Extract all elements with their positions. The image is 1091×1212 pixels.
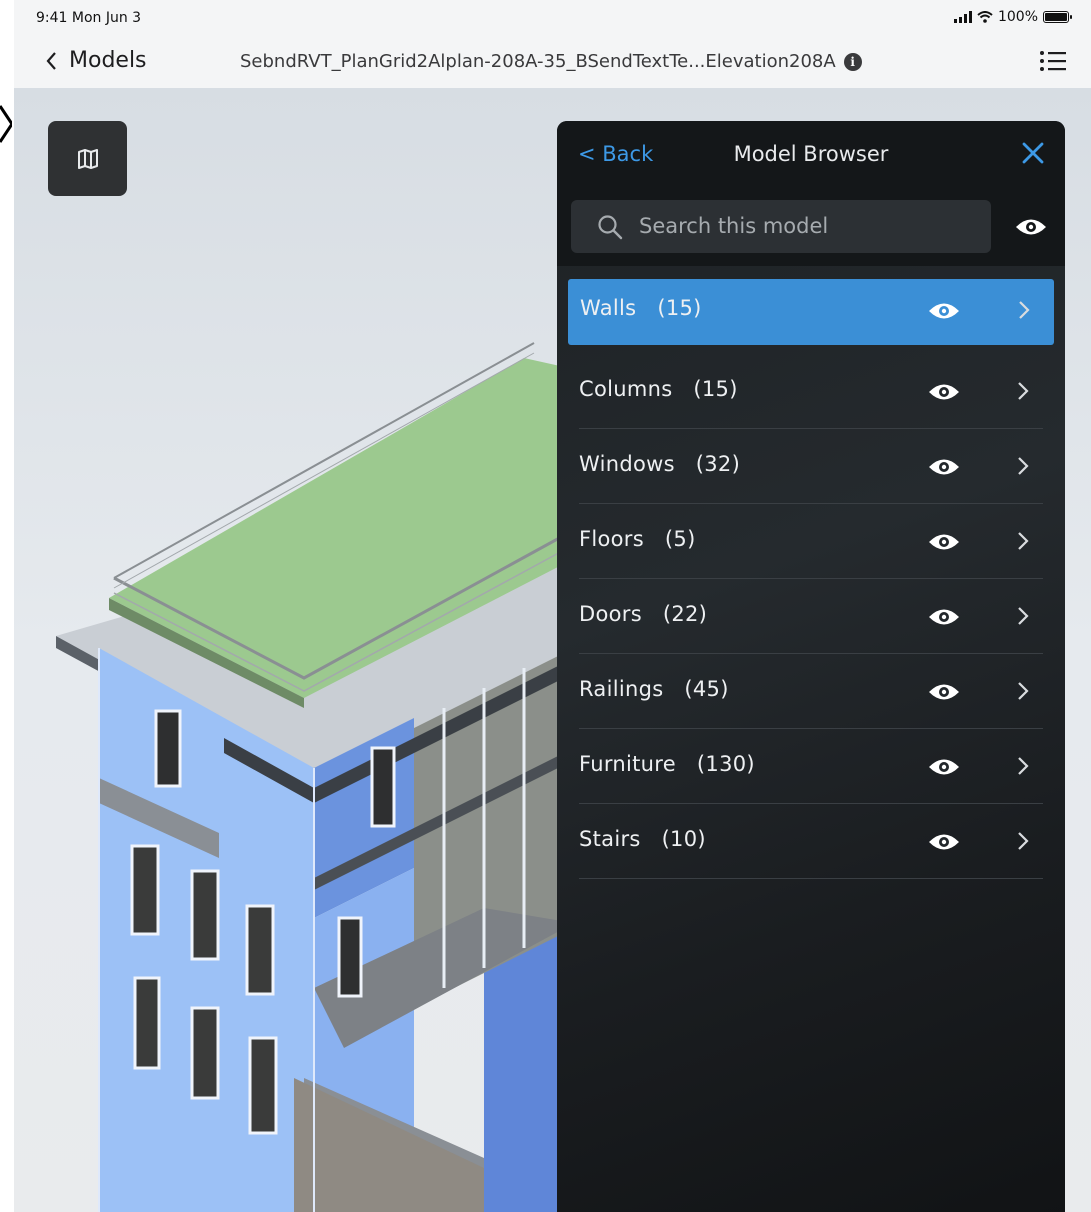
map-icon xyxy=(77,148,98,169)
status-bar: 9:41 Mon Jun 3 100% xyxy=(14,0,1091,34)
status-time: 9:41 Mon Jun 3 xyxy=(36,10,142,26)
model-browser-title: Model Browser xyxy=(733,142,889,166)
eye-icon[interactable] xyxy=(928,532,960,552)
chevron-right-icon[interactable] xyxy=(1017,606,1029,626)
battery-percent: 100% xyxy=(997,9,1038,25)
eye-icon[interactable] xyxy=(928,757,960,777)
model-browser-header: < Back Model Browser Search this model xyxy=(557,121,1065,266)
list-icon[interactable] xyxy=(1039,49,1067,73)
model-title: SebndRVT_PlanGrid2Alplan-208A-35_BSendTe… xyxy=(240,51,862,72)
category-label: Columns (15) xyxy=(579,377,738,401)
corner-mark xyxy=(0,105,12,143)
ipad-screen: 9:41 Mon Jun 3 100% Models SebndRVT_Plan… xyxy=(14,0,1091,1212)
chevron-right-icon[interactable] xyxy=(1017,831,1029,851)
battery-icon xyxy=(1043,11,1072,23)
category-row-windows[interactable]: Windows (32) xyxy=(579,429,1043,504)
chevron-right-icon[interactable] xyxy=(1018,300,1030,320)
wifi-icon xyxy=(977,11,993,23)
category-label: Railings (45) xyxy=(579,677,729,701)
eye-icon[interactable] xyxy=(928,607,960,627)
show-all-eye-icon[interactable] xyxy=(1015,217,1047,237)
eye-icon[interactable] xyxy=(928,301,960,321)
eye-icon[interactable] xyxy=(928,457,960,477)
search-placeholder: Search this model xyxy=(639,214,829,238)
category-row-columns[interactable]: Columns (15) xyxy=(579,354,1043,429)
category-row-doors[interactable]: Doors (22) xyxy=(579,579,1043,654)
category-label: Windows (32) xyxy=(579,452,741,476)
eye-icon[interactable] xyxy=(928,832,960,852)
search-input[interactable]: Search this model xyxy=(571,200,991,253)
status-indicators: 100% xyxy=(953,9,1072,25)
close-icon[interactable] xyxy=(1019,139,1047,167)
chevron-right-icon[interactable] xyxy=(1017,681,1029,701)
search-icon xyxy=(598,215,623,240)
category-row-walls[interactable]: Walls (15) xyxy=(568,279,1054,345)
category-label: Doors (22) xyxy=(579,602,708,626)
category-row-furniture[interactable]: Furniture (130) xyxy=(579,729,1043,804)
category-label: Stairs (10) xyxy=(579,827,706,851)
info-icon[interactable]: i xyxy=(843,52,862,71)
signal-icon xyxy=(953,11,972,23)
chevron-right-icon[interactable] xyxy=(1017,456,1029,476)
category-label: Furniture (130) xyxy=(579,752,755,776)
category-row-floors[interactable]: Floors (5) xyxy=(579,504,1043,579)
models-back-label: Models xyxy=(69,48,147,73)
models-back-button[interactable]: Models xyxy=(46,48,147,73)
navigation-bar: Models SebndRVT_PlanGrid2Alplan-208A-35_… xyxy=(14,34,1091,89)
chevron-right-icon[interactable] xyxy=(1017,531,1029,551)
category-label: Floors (5) xyxy=(579,527,696,551)
eye-icon[interactable] xyxy=(928,382,960,402)
category-row-stairs[interactable]: Stairs (10) xyxy=(579,804,1043,879)
category-row-railings[interactable]: Railings (45) xyxy=(579,654,1043,729)
chevron-right-icon[interactable] xyxy=(1017,381,1029,401)
category-label: Walls (15) xyxy=(580,296,702,320)
eye-icon[interactable] xyxy=(928,682,960,702)
map-button[interactable] xyxy=(48,121,127,196)
chevron-left-icon xyxy=(46,51,56,70)
model-title-text: SebndRVT_PlanGrid2Alplan-208A-35_BSendTe… xyxy=(240,51,836,72)
category-list: Walls (15) Columns (15) Windows (32) Flo… xyxy=(568,279,1054,879)
chevron-right-icon[interactable] xyxy=(1017,756,1029,776)
model-browser-panel: < Back Model Browser Search this model W… xyxy=(557,121,1065,1212)
